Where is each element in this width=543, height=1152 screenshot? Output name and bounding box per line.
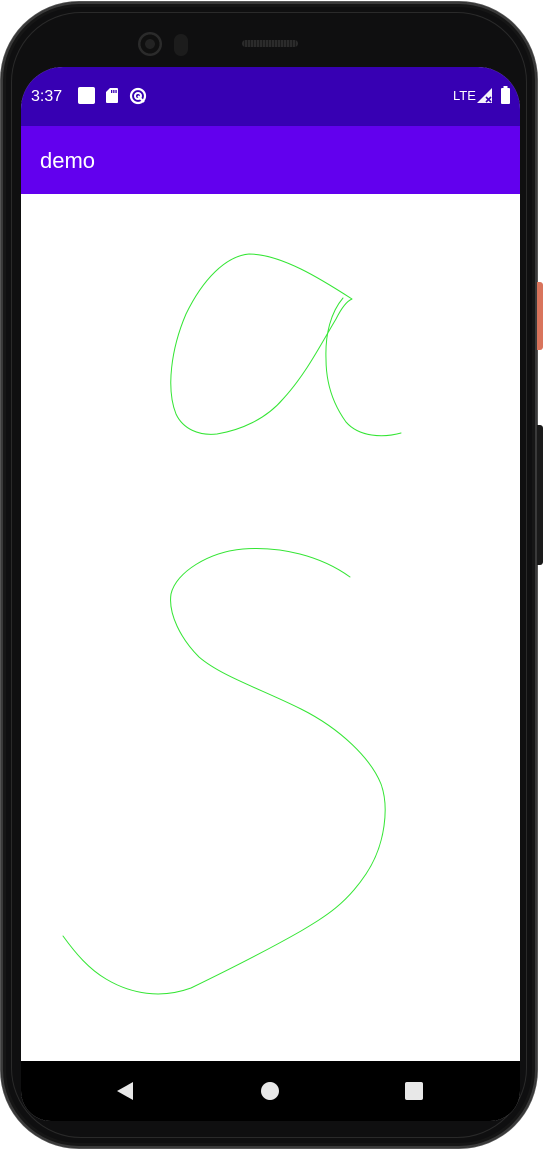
signal-icon	[477, 88, 492, 103]
sd-card-icon	[106, 88, 118, 103]
home-icon[interactable]	[257, 1078, 283, 1104]
status-time: 3:37	[31, 88, 63, 105]
volume-rocker[interactable]	[537, 425, 543, 565]
stroke-letter-s	[62, 548, 386, 995]
drawing-canvas[interactable]	[21, 194, 520, 1061]
network-type-label: LTE	[453, 88, 476, 103]
front-camera	[138, 32, 162, 56]
proximity-sensor	[174, 34, 188, 56]
notification-square-icon	[78, 87, 95, 104]
sync-icon	[129, 87, 147, 105]
status-bar: 3:37 LTE	[21, 67, 520, 126]
power-button[interactable]	[537, 282, 543, 350]
stroke-letter-a-bowl	[170, 253, 353, 435]
app-bar: demo	[21, 126, 520, 194]
stroke-letter-a-stem	[325, 297, 402, 437]
earpiece-speaker	[242, 40, 298, 47]
app-title: demo	[40, 148, 96, 173]
recents-icon[interactable]	[401, 1078, 427, 1104]
device-screen: 3:37 LTE demo	[21, 67, 520, 1121]
drawing-surface[interactable]	[21, 194, 520, 1061]
back-icon[interactable]	[112, 1078, 138, 1104]
battery-icon	[501, 86, 510, 104]
navigation-bar	[21, 1061, 520, 1121]
